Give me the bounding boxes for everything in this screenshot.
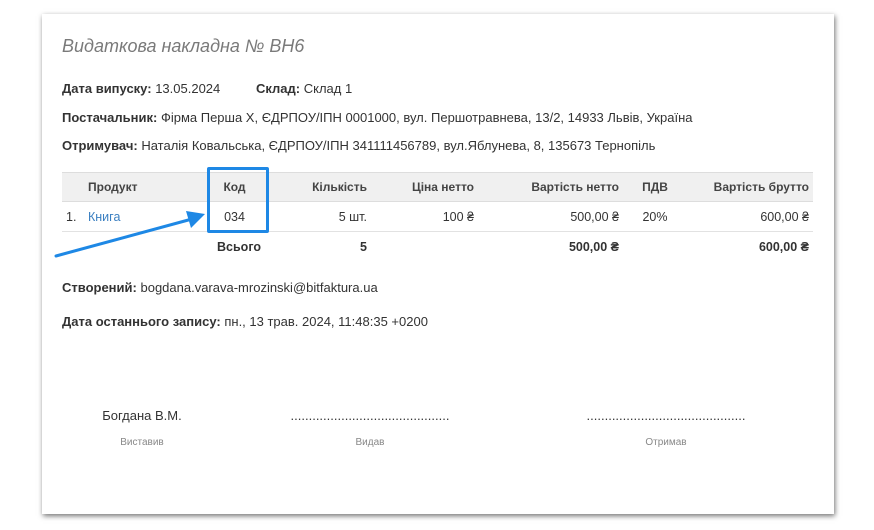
- annotation-arrow-icon: [54, 211, 205, 258]
